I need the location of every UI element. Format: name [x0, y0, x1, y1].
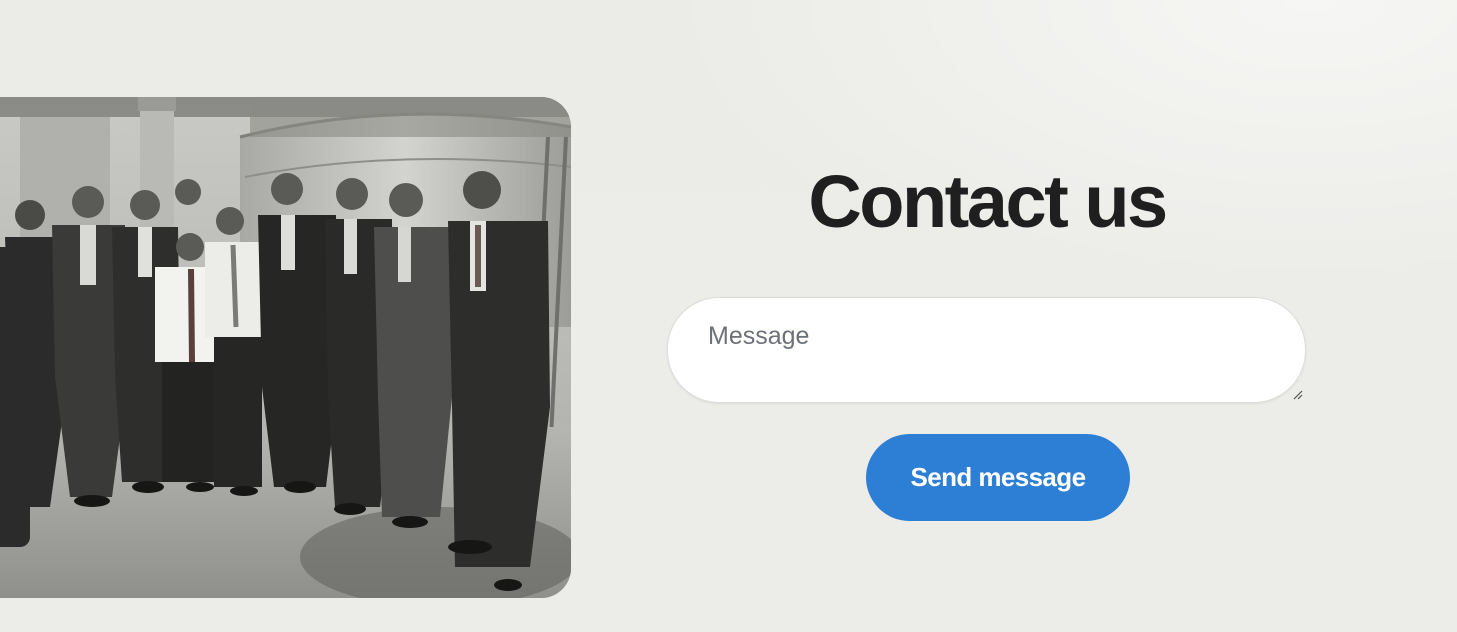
- send-message-button[interactable]: Send message: [866, 434, 1130, 521]
- group-photo: [0, 97, 571, 598]
- message-field[interactable]: [667, 297, 1306, 403]
- message-input[interactable]: [708, 320, 1268, 380]
- resize-handle-icon[interactable]: [1291, 388, 1303, 400]
- contact-title: Contact us: [808, 160, 1168, 243]
